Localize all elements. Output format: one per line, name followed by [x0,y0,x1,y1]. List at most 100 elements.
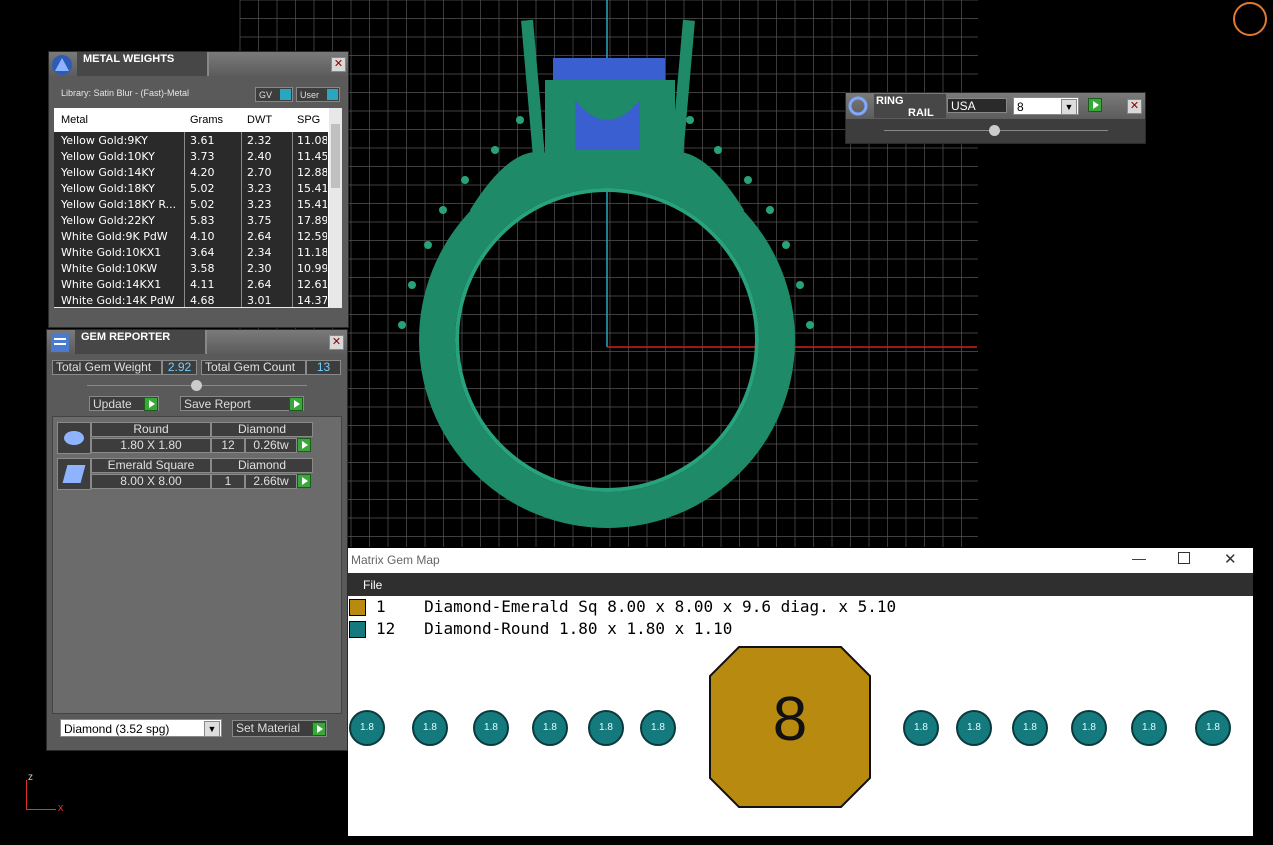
minimize-icon[interactable]: — [1132,550,1146,566]
prong [782,241,790,249]
round-gem-marker[interactable]: 1.8 [640,710,676,746]
column-metal[interactable]: Metal [61,114,88,126]
slider-handle[interactable] [191,380,202,391]
legend-line-emerald: 1 Diamond-Emerald Sq 8.00 x 8.00 x 9.6 d… [376,597,897,616]
table-row[interactable]: Yellow Gold:14KY 4.20 2.70 12.88 [54,164,328,180]
menu-file[interactable]: File [363,578,382,592]
scrollbar-thumb[interactable] [331,124,340,188]
gem-go-button[interactable] [297,438,311,452]
column-grams[interactable]: Grams [190,114,223,126]
table-row[interactable]: White Gold:14K PdW 4.68 3.01 14.37 [54,292,328,308]
table-cell: 15.41 [297,182,327,195]
table-cell: Yellow Gold:18KY [61,182,155,195]
gem-row[interactable]: Emerald Square Diamond 8.00 X 8.00 1 2.66tw [57,458,315,490]
ring-model [398,19,814,528]
column-separator [184,196,185,212]
table-cell: 3.73 [190,150,215,163]
prong [744,176,752,184]
gem-material: Diamond [211,422,313,437]
view-cube-icon[interactable] [1233,2,1267,36]
gem-material: Diamond [211,458,313,473]
set-material-button[interactable]: Set Material [232,720,327,737]
size-select[interactable]: 8 ▼ [1013,97,1079,115]
column-separator [184,180,185,196]
table-cell: 17.89 [297,214,327,227]
table-row[interactable]: White Gold:14KX1 4.11 2.64 12.61 [54,276,328,292]
table-row[interactable]: Yellow Gold:18KY 5.02 3.23 15.41 [54,180,328,196]
column-spg[interactable]: SPG [297,114,320,126]
round-gem-marker[interactable]: 1.8 [1131,710,1167,746]
table-cell: 12.61 [297,278,327,291]
table-cell: 10.99 [297,262,327,275]
chevron-down-icon[interactable]: ▼ [204,721,220,737]
round-gem-marker[interactable]: 1.8 [1071,710,1107,746]
round-gem-marker[interactable]: 1.8 [1195,710,1231,746]
column-dwt[interactable]: DWT [247,114,272,126]
region-input[interactable]: USA [947,98,1007,113]
table-cell: 3.58 [190,262,215,275]
legend-line-round: 12 Diamond-Round 1.80 x 1.80 x 1.10 [376,619,733,638]
round-gem-marker[interactable]: 1.8 [349,710,385,746]
table-cell: 3.75 [247,214,272,227]
gem-go-button[interactable] [297,474,311,488]
round-gem-marker[interactable]: 1.8 [412,710,448,746]
user-toggle[interactable]: User [296,87,340,102]
ring-rail-slider-handle[interactable] [989,125,1000,136]
center-stone-label: 8 [772,685,808,754]
gem-reporter-panel: GEM REPORTER ✕ Total Gem Weight 2.92 Tot… [46,329,348,751]
z-axis-label: z [28,772,33,783]
gem-row[interactable]: Round Diamond 1.80 X 1.80 12 0.26tw [57,422,315,454]
column-separator [184,228,185,244]
update-button[interactable]: Update [89,396,159,411]
table-cell: 5.83 [190,214,215,227]
material-select[interactable]: Diamond (3.52 spg) ▼ [60,719,222,737]
column-separator [184,276,185,292]
table-cell: 3.61 [190,134,215,147]
table-row[interactable]: White Gold:9K PdW 4.10 2.64 12.59 [54,228,328,244]
column-separator [241,148,242,164]
column-separator [184,212,185,228]
table-cell: 15.41 [297,198,327,211]
close-icon[interactable]: ✕ [329,335,344,350]
table-row[interactable]: White Gold:10KX1 3.64 2.34 11.18 [54,244,328,260]
round-gem-marker[interactable]: 1.8 [588,710,624,746]
table-cell: 2.30 [247,262,272,275]
total-gem-weight-label: Total Gem Weight [52,360,162,375]
column-separator [292,244,293,260]
column-separator [241,212,242,228]
prong [408,281,416,289]
close-icon[interactable]: ✕ [1127,99,1142,114]
vertical-scrollbar[interactable] [329,108,342,308]
table-cell: 4.68 [190,294,215,307]
close-icon[interactable]: ✕ [1224,550,1237,568]
table-row[interactable]: White Gold:10KW 3.58 2.30 10.99 [54,260,328,276]
metal-weights-title: METAL WEIGHTS [77,52,209,76]
table-row[interactable]: Yellow Gold:18KY R... 5.02 3.23 15.41 [54,196,328,212]
close-icon[interactable]: ✕ [331,57,346,72]
round-gem-marker[interactable]: 1.8 [532,710,568,746]
gv-toggle[interactable]: GV [255,87,293,102]
table-cell: 3.23 [247,182,272,195]
chevron-down-icon[interactable]: ▼ [1061,99,1077,115]
gem-reporter-title: GEM REPORTER [75,330,207,354]
table-row[interactable]: Yellow Gold:10KY 3.73 2.40 11.45 [54,148,328,164]
round-gem-icon [57,422,91,454]
column-separator [241,196,242,212]
round-gem-marker[interactable]: 1.8 [956,710,992,746]
column-separator [292,164,293,180]
round-gem-marker[interactable]: 1.8 [903,710,939,746]
round-gem-marker[interactable]: 1.8 [1012,710,1048,746]
maximize-icon[interactable] [1178,552,1190,564]
save-report-button[interactable]: Save Report [180,396,304,411]
table-cell: 2.40 [247,150,272,163]
table-row[interactable]: Yellow Gold:22KY 5.83 3.75 17.89 [54,212,328,228]
column-separator [292,196,293,212]
apply-size-button[interactable] [1088,98,1102,112]
table-cell: 3.23 [247,198,272,211]
column-separator [292,132,293,148]
table-cell: 5.02 [190,198,215,211]
horizontal-scrollbar[interactable] [54,307,342,308]
table-row[interactable]: Yellow Gold:9KY 3.61 2.32 11.08 [54,132,328,148]
table-cell: White Gold:14KX1 [61,278,162,291]
round-gem-marker[interactable]: 1.8 [473,710,509,746]
